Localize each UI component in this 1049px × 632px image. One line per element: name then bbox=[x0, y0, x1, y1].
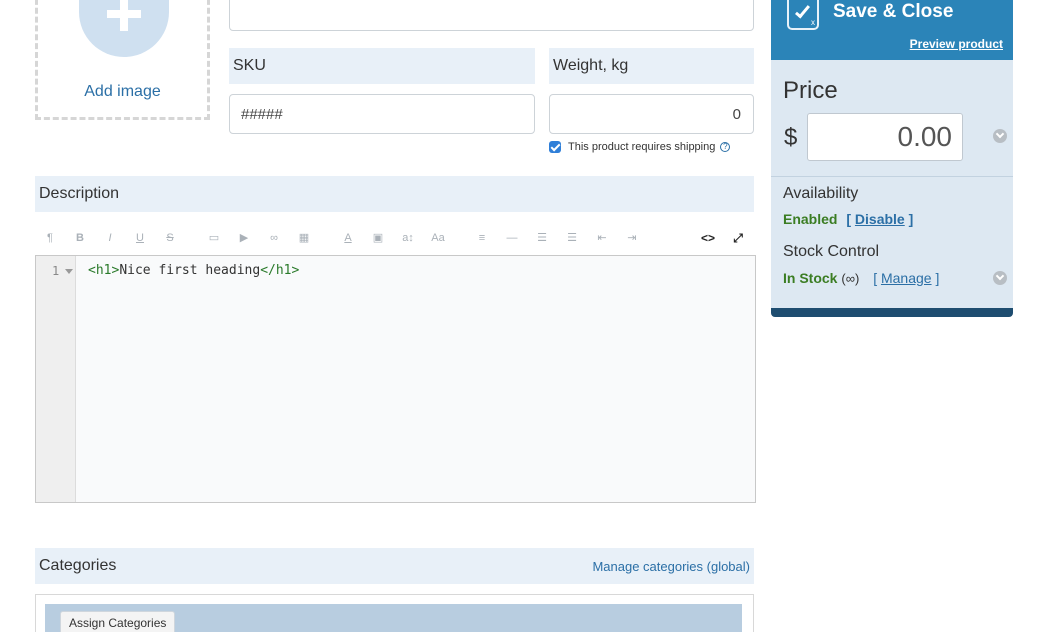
horizontal-rule-icon[interactable]: — bbox=[503, 229, 521, 247]
table-icon[interactable]: ▦ bbox=[295, 229, 313, 247]
line-number: 1 bbox=[52, 264, 60, 278]
preview-product-link[interactable]: Preview product bbox=[910, 37, 1003, 51]
stock-quantity: (∞) bbox=[841, 271, 860, 286]
manage-categories-link[interactable]: Manage categories (global) bbox=[592, 559, 750, 574]
save-close-button[interactable]: Save & Close bbox=[833, 1, 953, 23]
help-icon[interactable]: ? bbox=[720, 142, 731, 152]
add-image-plus-icon[interactable] bbox=[79, 0, 169, 57]
video-icon[interactable]: ▶ bbox=[235, 229, 253, 247]
categories-label: Categories bbox=[39, 557, 117, 574]
currency-symbol: $ bbox=[784, 124, 798, 151]
fold-icon[interactable] bbox=[65, 269, 73, 274]
editor-toolbar: ¶ B I U S ▭ ▶ ∞ ▦ A ▣ a↕ Aa ≡ — ☰ ☰ ⇤ ⇥ … bbox=[35, 222, 754, 254]
bold-icon[interactable]: B bbox=[71, 229, 89, 247]
price-panel: Price $ 0.00 Availability Enabled [ Disa… bbox=[771, 60, 1013, 308]
save-panel: x Save & Close Preview product bbox=[771, 0, 1013, 60]
code-open-tag: <h1> bbox=[88, 263, 120, 278]
availability-row: Enabled [ Disable ] bbox=[783, 211, 913, 227]
categories-header: Categories Manage categories (global) bbox=[35, 548, 754, 584]
strikethrough-icon[interactable]: S bbox=[161, 229, 179, 247]
sku-input[interactable]: ##### bbox=[229, 94, 535, 134]
paragraph-icon[interactable]: ¶ bbox=[41, 229, 59, 247]
chevron-down-icon[interactable] bbox=[993, 271, 1007, 285]
disable-link[interactable]: [ Disable ] bbox=[846, 211, 913, 227]
availability-label: Availability bbox=[783, 185, 859, 202]
code-line[interactable]: <h1>Nice first heading</h1> bbox=[88, 263, 299, 278]
code-view-icon[interactable]: <> bbox=[699, 229, 717, 247]
chevron-down-icon[interactable] bbox=[993, 129, 1007, 143]
editor-gutter: 1 bbox=[36, 256, 76, 502]
font-color-icon[interactable]: A bbox=[339, 229, 357, 247]
categories-panel: Assign Categories bbox=[35, 594, 754, 632]
availability-status: Enabled bbox=[783, 211, 838, 227]
price-label: Price bbox=[783, 77, 838, 104]
add-image-dropzone[interactable]: Add image bbox=[35, 0, 210, 120]
font-size-icon[interactable]: a↕ bbox=[399, 229, 417, 247]
categories-tabbar: Assign Categories bbox=[45, 604, 742, 632]
fullscreen-icon[interactable]: ⤢ bbox=[729, 229, 747, 247]
assign-categories-tab[interactable]: Assign Categories bbox=[60, 611, 176, 632]
ordered-list-icon[interactable]: ☰ bbox=[563, 229, 581, 247]
align-icon[interactable]: ≡ bbox=[473, 229, 491, 247]
description-label: Description bbox=[35, 176, 754, 212]
code-text: Nice first heading bbox=[119, 263, 261, 278]
stock-status: In Stock bbox=[783, 270, 838, 286]
shipping-option: This product requires shipping ? bbox=[549, 139, 731, 155]
unordered-list-icon[interactable]: ☰ bbox=[533, 229, 551, 247]
font-family-icon[interactable]: Aa bbox=[429, 229, 447, 247]
stock-control-label: Stock Control bbox=[783, 243, 880, 260]
save-check-icon[interactable]: x bbox=[787, 0, 819, 30]
panel-footer bbox=[771, 308, 1013, 317]
outdent-icon[interactable]: ⇤ bbox=[593, 229, 611, 247]
underline-icon[interactable]: U bbox=[131, 229, 149, 247]
manage-stock-link[interactable]: [ Manage ] bbox=[873, 270, 939, 286]
indent-icon[interactable]: ⇥ bbox=[623, 229, 641, 247]
divider bbox=[771, 176, 1013, 177]
code-close-tag: </h1> bbox=[260, 263, 300, 278]
link-icon[interactable]: ∞ bbox=[265, 229, 283, 247]
weight-input[interactable]: 0 bbox=[549, 94, 754, 134]
italic-icon[interactable]: I bbox=[101, 229, 119, 247]
shipping-checkbox[interactable] bbox=[549, 141, 561, 153]
code-editor[interactable]: 1 <h1>Nice first heading</h1> bbox=[35, 255, 756, 503]
sku-label: SKU bbox=[229, 48, 535, 84]
product-name-input[interactable] bbox=[229, 0, 754, 31]
add-image-label[interactable]: Add image bbox=[38, 83, 207, 101]
background-color-icon[interactable]: ▣ bbox=[369, 229, 387, 247]
weight-label: Weight, kg bbox=[549, 48, 754, 84]
price-input[interactable]: 0.00 bbox=[807, 113, 963, 161]
stock-row: In Stock (∞) [ Manage ] bbox=[783, 270, 939, 286]
image-icon[interactable]: ▭ bbox=[205, 229, 223, 247]
shipping-label[interactable]: This product requires shipping bbox=[568, 141, 715, 153]
